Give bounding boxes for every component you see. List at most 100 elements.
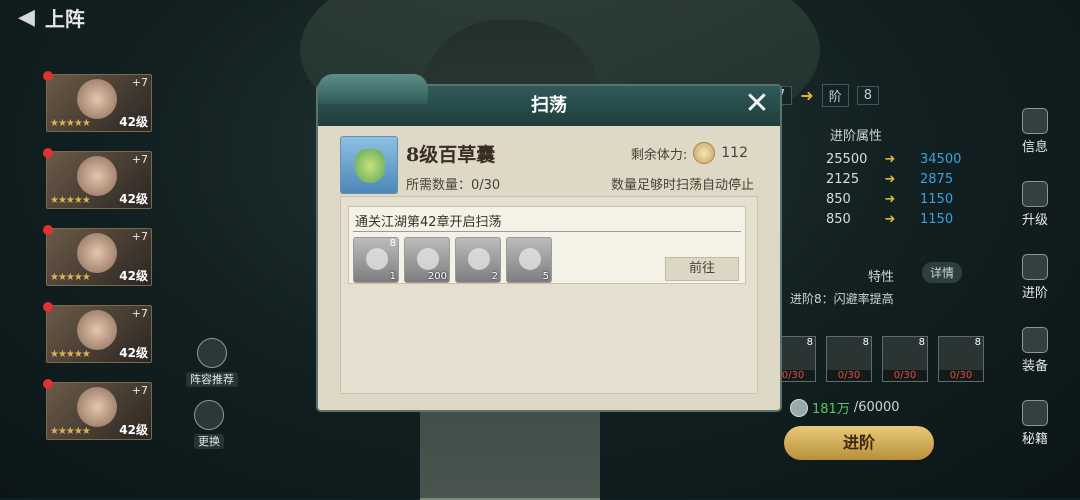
hero-portrait: [77, 233, 117, 273]
hero-card[interactable]: +7 ★★★★★ 42级: [43, 225, 152, 286]
reward-item[interactable]: 2: [455, 237, 501, 283]
star-rating: ★★★★★: [50, 195, 91, 206]
item-name: 8级百草囊: [406, 144, 496, 166]
hero-level: 42级: [119, 346, 148, 360]
stamina-display: 剩余体力: 112: [631, 142, 748, 164]
item-required: 所需数量：0/30: [406, 178, 501, 193]
material-count: 8: [918, 337, 925, 348]
reward-item[interactable]: 5: [506, 237, 552, 283]
star-rating: ★★★★★: [50, 349, 91, 360]
hero-plus: +7: [131, 76, 148, 89]
menu-label: 进阶: [1021, 286, 1048, 301]
menu-item-info[interactable]: 信息: [1010, 108, 1060, 155]
menu-item-advance[interactable]: 进阶: [1010, 254, 1060, 301]
material-count: 8: [862, 337, 869, 348]
material-need: 0/30: [883, 370, 927, 381]
reward-count: 2: [491, 271, 498, 282]
hero-plus: +7: [131, 384, 148, 397]
dialog-title: 扫荡: [531, 95, 567, 116]
material-slot[interactable]: 8 0/30: [826, 336, 872, 382]
hero-portrait: [77, 310, 117, 350]
hero-card[interactable]: +7 ★★★★★ 42级: [43, 302, 152, 363]
menu-label: 升级: [1021, 213, 1048, 228]
herb-bag-shape: [355, 149, 385, 183]
stat-current: 25500: [826, 152, 868, 167]
reward-slots: 81 200 2 5: [353, 237, 552, 283]
hero-list: +7 ★★★★★ 42级 +7 ★★★★★ 42级 +7 ★★★★★ 42级 +7 ★★★★★…: [43, 71, 152, 459]
stat-row: 850 ➜ 1150: [780, 212, 980, 227]
auto-stop-note: 数量足够时扫荡自动停止: [610, 178, 754, 193]
stat-current: 2125: [826, 172, 860, 187]
lineup-recommend-button[interactable]: 阵容推荐: [186, 338, 238, 387]
hero-plus: +7: [131, 230, 148, 243]
alert-dot-icon: [43, 225, 53, 235]
material-slots: 8 0/30 8 0/30 8 0/30 8 0/30: [770, 336, 984, 382]
pearl-icon: [519, 248, 541, 270]
advance-button[interactable]: 进阶: [784, 426, 934, 460]
coin-row: 181万 /60000: [790, 398, 900, 417]
menu-label: 装备: [1021, 359, 1048, 374]
stamina-label: 剩余体力:: [630, 147, 688, 163]
stat-current: 850: [826, 212, 851, 227]
arrow-right-icon: ➜: [884, 212, 896, 227]
star-rating: ★★★★★: [50, 426, 91, 437]
menu-label: 秘籍: [1021, 432, 1048, 447]
menu-item-upgrade[interactable]: 升级: [1010, 181, 1060, 228]
menu-item-manual[interactable]: 秘籍: [1010, 400, 1060, 447]
goto-button[interactable]: 前往: [665, 257, 739, 281]
sweep-dialog: 扫荡 ✕ 8级百草囊 所需数量：0/30 剩余体力: 112 数量足够时扫荡自动…: [318, 74, 780, 410]
close-icon[interactable]: ✕: [742, 89, 772, 120]
equip-icon: [1022, 327, 1048, 353]
material-slot[interactable]: 8 0/30: [938, 336, 984, 382]
swap-label: 更换: [194, 434, 224, 449]
lineup-icon: [197, 338, 227, 368]
detail-button[interactable]: 详情: [922, 262, 963, 283]
material-slot[interactable]: 8 0/30: [882, 336, 928, 382]
info-icon: [1022, 108, 1048, 134]
upgrade-icon: [1022, 181, 1048, 207]
hero-level: 42级: [119, 269, 148, 283]
item-row: 8级百草囊 所需数量：0/30 剩余体力: 112 数量足够时扫荡自动停止: [340, 136, 758, 196]
reward-badge: 8: [389, 238, 396, 249]
reward-count: 200: [427, 271, 447, 282]
trait-title: 特性: [868, 270, 895, 285]
right-menu: 信息 升级 进阶 装备 秘籍: [1010, 108, 1060, 473]
swap-button[interactable]: 更换: [194, 400, 224, 449]
rank-label: 阶: [821, 84, 849, 107]
alert-dot-icon: [43, 71, 53, 81]
star-rating: ★★★★★: [50, 272, 91, 283]
advance-attr-title: 进阶属性: [830, 129, 883, 144]
menu-label: 信息: [1021, 140, 1048, 155]
hero-card[interactable]: +7 ★★★★★ 42级: [43, 379, 152, 440]
stat-next: 1150: [920, 212, 954, 227]
top-bar: ◀ 上阵: [0, 0, 85, 34]
arrow-right-icon: ➜: [884, 172, 896, 187]
menu-item-equip[interactable]: 装备: [1010, 327, 1060, 374]
stat-row: 25500 ➜ 34500: [780, 152, 980, 167]
reward-item[interactable]: 200: [404, 237, 450, 283]
hero-portrait: [77, 387, 117, 427]
stat-row: 2125 ➜ 2875: [780, 172, 980, 187]
back-arrow-icon[interactable]: ◀: [18, 5, 35, 30]
advance-icon: [1022, 254, 1048, 280]
hero-card[interactable]: +7 ★★★★★ 42级: [43, 71, 152, 132]
material-need: 0/30: [939, 370, 983, 381]
page-title: 上阵: [44, 6, 85, 31]
reward-item[interactable]: 81: [353, 237, 399, 283]
arrow-right-icon: ➜: [884, 152, 896, 167]
hero-portrait: [77, 79, 117, 119]
go-stones-icon: [468, 248, 490, 270]
manual-icon: [1022, 400, 1048, 426]
coin-have: 181万: [812, 402, 850, 417]
hero-level: 42级: [119, 115, 148, 129]
material-need: 0/30: [827, 370, 871, 381]
star-rating: ★★★★★: [50, 118, 91, 129]
reward-count: 1: [389, 271, 396, 282]
coin-icon: [417, 248, 439, 270]
hero-level: 42级: [119, 423, 148, 437]
coin-need: /60000: [853, 400, 900, 415]
hero-card[interactable]: +7 ★★★★★ 42级: [43, 148, 152, 209]
coin-icon: [790, 398, 808, 417]
cloud-decoration: [318, 74, 428, 104]
hero-portrait: [77, 156, 117, 196]
